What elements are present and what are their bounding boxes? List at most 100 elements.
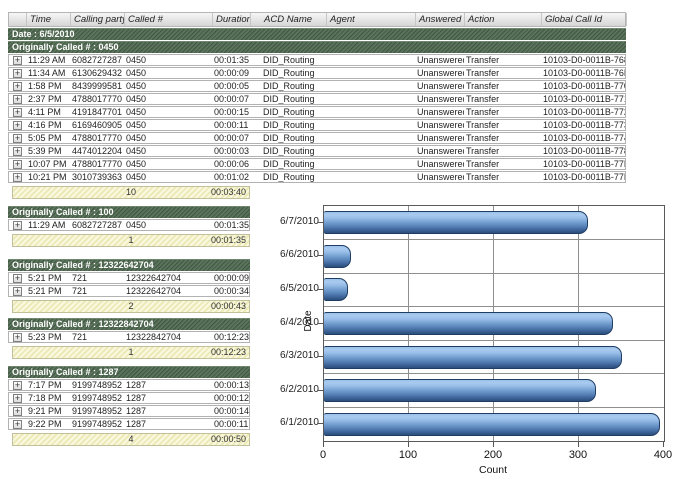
expand-row-button[interactable]: +	[13, 134, 22, 143]
cell-called: 0450	[124, 133, 212, 143]
table-row: + 1:58 PM 8439999581 0450 00:00:05 DID_R…	[8, 80, 626, 92]
cell-agent	[326, 68, 415, 78]
cell-time: 4:11 PM	[26, 107, 70, 117]
cell-calling-party: 4788017770	[70, 94, 124, 104]
cell-time: 7:17 PM	[26, 380, 70, 390]
cell-answered: Unanswered	[415, 133, 464, 143]
expand-row-button[interactable]: +	[13, 82, 22, 91]
summary-total-duration: 00:01:35	[191, 235, 249, 246]
cell-action: Transfer	[464, 159, 541, 169]
column-header-answered: Answered	[416, 13, 465, 26]
expand-row-button[interactable]: +	[13, 56, 22, 65]
group-summary-row: 2 00:00:43	[12, 300, 250, 313]
cell-time: 5:23 PM	[26, 332, 70, 342]
table-row: + 5:23 PM 721 12322842704 00:12:23	[8, 331, 250, 343]
expand-row-button[interactable]: +	[13, 333, 22, 342]
column-header-expander	[9, 13, 27, 26]
summary-total-duration: 00:03:40	[191, 187, 249, 198]
y-axis-tick	[318, 323, 323, 324]
summary-count: 4	[71, 434, 191, 445]
summary-count: 10	[71, 187, 191, 198]
expand-row-button[interactable]: +	[13, 160, 22, 169]
expand-row-button[interactable]: +	[13, 173, 22, 182]
cell-action: Transfer	[464, 107, 541, 117]
table-row: + 11:29 AM 6082727287 0450 00:01:35 DID_…	[8, 54, 626, 66]
chart-plot-area	[323, 205, 665, 442]
cell-called: 12322642704	[124, 273, 212, 283]
expand-row-button[interactable]: +	[13, 420, 22, 429]
cell-calling-party: 4788017770	[70, 159, 124, 169]
x-axis-tick	[578, 442, 579, 447]
cell-duration: 00:00:15	[212, 107, 250, 117]
cell-acd-name: DID_Routing	[250, 81, 326, 91]
expand-row-button[interactable]: +	[13, 394, 22, 403]
x-axis-tick	[493, 442, 494, 447]
expand-row-button[interactable]: +	[13, 121, 22, 130]
table-row: + 7:18 PM 9199748952 1287 00:00:12	[8, 392, 250, 404]
cell-global-call-id: 10103-D0-0011B-768	[541, 55, 625, 65]
cell-agent	[326, 81, 415, 91]
expand-row-button[interactable]: +	[13, 221, 22, 230]
cell-answered: Unanswered	[415, 55, 464, 65]
column-header-agent: Agent	[327, 13, 416, 26]
table-row: + 5:21 PM 721 12322642704 00:00:34	[8, 285, 250, 297]
expand-row-button[interactable]: +	[13, 274, 22, 283]
cell-agent	[326, 55, 415, 65]
cell-acd-name: DID_Routing	[250, 146, 326, 156]
cell-called: 1287	[124, 380, 212, 390]
gridline-horizontal	[324, 306, 664, 307]
x-tick-label: 300	[556, 449, 600, 461]
group-summary-row: 4 00:00:50	[12, 433, 250, 446]
cell-duration: 00:00:12	[212, 393, 249, 403]
cell-duration: 00:01:35	[212, 220, 249, 230]
y-tick-label: 6/4/2010	[280, 317, 317, 329]
column-header-global-call-id: Global Call Id	[542, 13, 627, 26]
summary-total-duration: 00:00:50	[191, 434, 249, 445]
expand-row-button[interactable]: +	[13, 381, 22, 390]
x-axis-tick	[408, 442, 409, 447]
expand-row-button[interactable]: +	[13, 147, 22, 156]
cell-duration: 00:00:05	[212, 81, 250, 91]
chart-bar	[324, 413, 660, 436]
cell-agent	[326, 159, 415, 169]
cell-duration: 00:00:34	[212, 286, 249, 296]
cell-global-call-id: 10103-D0-0011B-772	[541, 107, 625, 117]
cell-answered: Unanswered	[415, 172, 464, 182]
expand-row-button[interactable]: +	[13, 69, 22, 78]
cell-calling-party: 9199748952	[70, 393, 124, 403]
cell-acd-name: DID_Routing	[250, 120, 326, 130]
cell-called: 0450	[124, 172, 212, 182]
column-header-time: Time	[27, 13, 71, 26]
cell-calling-party: 3010739363	[70, 172, 124, 182]
expand-row-button[interactable]: +	[13, 407, 22, 416]
cell-calling-party: 6082727287	[70, 55, 124, 65]
cell-duration: 00:00:11	[212, 120, 250, 130]
x-tick-label: 400	[641, 449, 676, 461]
expand-row-button[interactable]: +	[13, 95, 22, 104]
expand-row-button[interactable]: +	[13, 108, 22, 117]
cell-answered: Unanswered	[415, 81, 464, 91]
cell-answered: Unanswered	[415, 159, 464, 169]
y-tick-label: 6/1/2010	[280, 417, 317, 429]
called-group-header: Originally Called # : 12322842704	[8, 318, 250, 330]
gridline-horizontal	[324, 273, 664, 274]
cell-action: Transfer	[464, 172, 541, 182]
chart-bar	[324, 312, 613, 335]
cell-action: Transfer	[464, 55, 541, 65]
cell-duration: 00:00:07	[212, 133, 250, 143]
y-tick-label: 6/5/2010	[280, 283, 317, 295]
cell-calling-party: 721	[70, 286, 124, 296]
date-group-header: Date : 6/5/2010	[8, 28, 626, 40]
group-summary-row: 10 00:03:40	[12, 186, 250, 199]
cell-time: 9:21 PM	[26, 406, 70, 416]
cell-called: 0450	[124, 120, 212, 130]
y-axis-tick	[318, 390, 323, 391]
table-row: + 5:39 PM 4474012204 0450 00:00:03 DID_R…	[8, 145, 626, 157]
y-axis-tick	[318, 255, 323, 256]
table-row: + 2:37 PM 4788017770 0450 00:00:07 DID_R…	[8, 93, 626, 105]
cell-duration: 00:00:07	[212, 94, 250, 104]
gridline-horizontal	[324, 340, 664, 341]
expand-row-button[interactable]: +	[13, 287, 22, 296]
cell-global-call-id: 10103-D0-0011B-771	[541, 94, 625, 104]
cell-called: 0450	[124, 81, 212, 91]
